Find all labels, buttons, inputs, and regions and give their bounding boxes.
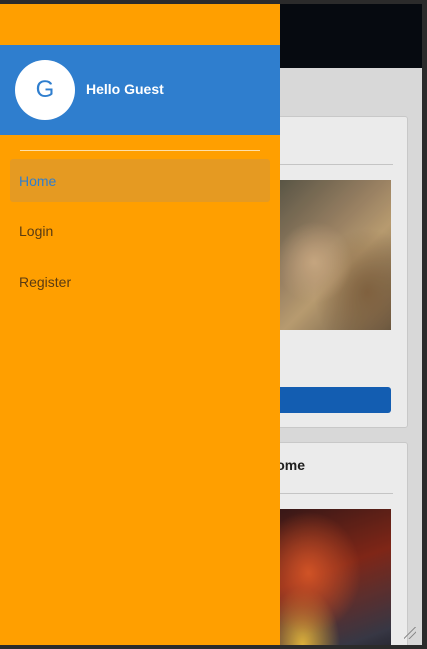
menu-item-home[interactable]: Home — [10, 159, 270, 202]
greeting-text: Hello Guest — [86, 81, 164, 97]
menu-item-register[interactable]: Register — [10, 260, 270, 303]
menu-item-login[interactable]: Login — [10, 209, 270, 252]
navigation-drawer: G Hello Guest Home Login Register — [0, 4, 280, 645]
user-avatar[interactable]: G — [15, 60, 75, 120]
drawer-header: G Hello Guest — [0, 45, 280, 135]
drawer-divider — [20, 150, 260, 151]
